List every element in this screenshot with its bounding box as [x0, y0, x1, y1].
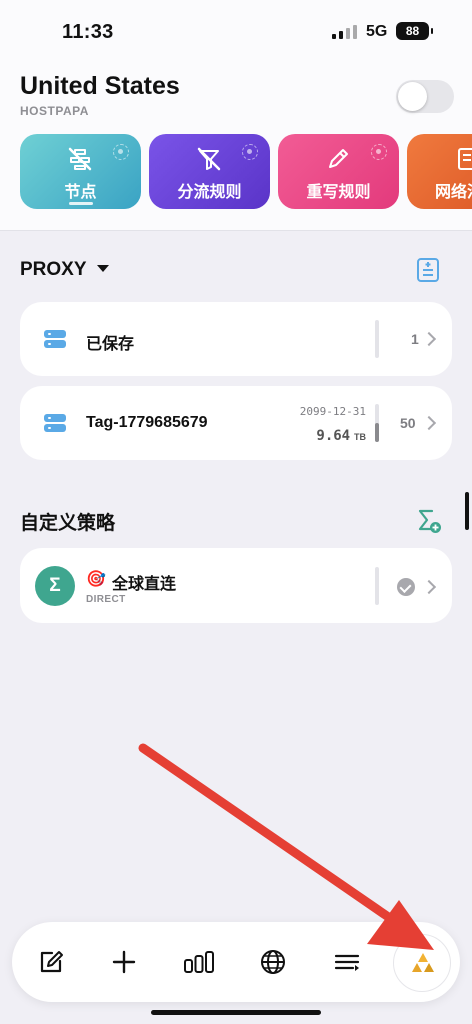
main-toggle[interactable]: [396, 80, 454, 113]
divider-bar: [375, 567, 379, 605]
rule-off-icon: [197, 147, 221, 171]
target-icon: 🎯: [86, 571, 106, 588]
policy-name: 全球直连: [112, 576, 177, 593]
traffic-unit: TB: [354, 432, 366, 442]
node-off-icon: [68, 147, 92, 171]
status-time: 11:33: [62, 21, 114, 43]
tile-status-icon: [113, 144, 129, 160]
plus-icon[interactable]: [110, 948, 138, 976]
proxy-title: PROXY: [20, 259, 87, 280]
tile-label: 网络活: [435, 184, 472, 201]
row-label: 已保存: [86, 336, 135, 353]
chevron-right-icon: [421, 415, 437, 431]
check-icon: [397, 578, 415, 596]
tile-label: 重写规则: [306, 184, 371, 201]
pencil-icon: [329, 149, 348, 168]
traffic-readout: 9.64 TB: [316, 427, 366, 444]
proxy-section-title[interactable]: PROXY: [20, 259, 110, 281]
scroll-indicator[interactable]: [465, 492, 469, 530]
tile-network-activity[interactable]: 网络活: [407, 134, 472, 209]
aperture-logo-icon: [412, 953, 434, 972]
chart-icon[interactable]: [183, 948, 215, 976]
usage-fill: [375, 423, 379, 442]
tile-selected-indicator: [68, 202, 93, 205]
row-label: Tag-1779685679: [86, 414, 208, 431]
signal-icon: [332, 25, 358, 39]
tile-rewrite[interactable]: 重写规则: [278, 134, 399, 209]
tile-label: 节点: [64, 184, 97, 201]
expiry-date: 2099-12-31: [299, 405, 366, 418]
tile-nodes[interactable]: 节点: [20, 134, 141, 209]
document-icon: [458, 148, 472, 170]
tile-label: 分流规则: [177, 184, 242, 201]
status-bar: 11:33 5G 88: [0, 0, 472, 64]
network-type: 5G: [366, 23, 388, 40]
row-count: 1: [411, 331, 419, 347]
policy-row-direct[interactable]: Σ 🎯 全球直连 DIRECT: [20, 548, 452, 623]
usage-bar: [375, 320, 379, 358]
policy-avatar: Σ: [35, 566, 75, 606]
usage-bar: [375, 404, 379, 442]
server-icon: [44, 330, 66, 348]
edit-icon[interactable]: [37, 948, 65, 976]
traffic-value: 9.64: [316, 428, 351, 444]
tile-rules[interactable]: 分流规则: [149, 134, 270, 209]
policy-type: DIRECT: [86, 594, 126, 605]
server-icon: [44, 414, 66, 432]
chevron-right-icon: [421, 579, 437, 595]
tile-status-icon: [242, 144, 258, 160]
page-subtitle: HOSTPAPA: [20, 104, 89, 118]
page-title: United States: [20, 72, 180, 100]
battery-icon: 88: [396, 22, 433, 40]
home-indicator: [151, 1010, 321, 1015]
add-policy-icon[interactable]: [416, 508, 442, 534]
aperture-logo-button[interactable]: [393, 934, 451, 992]
chevron-right-icon: [421, 331, 437, 347]
list-icon[interactable]: [333, 948, 361, 976]
document-edit-icon[interactable]: [416, 257, 440, 283]
custom-section-title: 自定义策略: [20, 513, 116, 534]
row-count: 50: [400, 415, 416, 431]
caret-down-icon: [97, 265, 110, 272]
proxy-row-tag[interactable]: Tag-1779685679 2099-12-31 9.64 TB 50: [20, 386, 452, 460]
battery-level: 88: [405, 24, 420, 38]
toggle-knob: [398, 82, 427, 111]
proxy-row-saved[interactable]: 已保存 1: [20, 302, 452, 376]
tile-status-icon: [371, 144, 387, 160]
globe-icon[interactable]: [259, 948, 287, 976]
